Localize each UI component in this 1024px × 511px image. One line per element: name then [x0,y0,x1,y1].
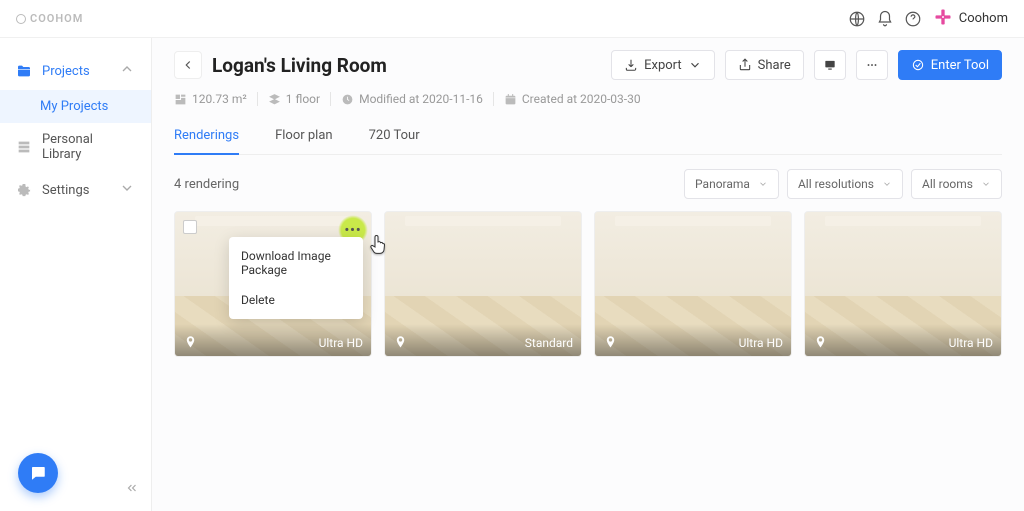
filter-row: 4 rendering Panorama All resolutions All… [174,169,1002,199]
card-quality: Standard [525,336,573,350]
rendering-card[interactable]: Ultra HD [594,211,792,357]
card-quality: Ultra HD [739,336,783,350]
header-row: Logan's Living Room Export Share Enter T… [174,50,1002,80]
sidebar-sub-label: My Projects [40,99,108,114]
sidebar-item-settings[interactable]: Settings [0,171,151,209]
meta-floors: 1 floor [268,92,320,106]
chevron-down-icon [119,180,135,200]
meta-modified: Modified at 2020-11-16 [341,92,483,106]
menu-download-package[interactable]: Download Image Package [229,241,363,285]
meta-floors-value: 1 floor [286,92,320,106]
present-button[interactable] [814,50,846,80]
more-button[interactable] [856,50,888,80]
tab-720tour[interactable]: 720 Tour [369,128,420,154]
meta-created: Created at 2020-03-30 [504,92,641,106]
chevron-up-icon [119,61,135,81]
meta-area: 120.73 m² [174,92,247,106]
filter-resolution-select[interactable]: All resolutions [787,169,903,199]
filter-resolution-value: All resolutions [798,177,874,191]
filter-room-value: All rooms [922,177,973,191]
language-icon[interactable] [843,5,871,33]
logo-icon [16,14,26,24]
sidebar-item-projects[interactable]: Projects [0,52,151,90]
sidebar-label: Personal Library [42,132,135,162]
main-content: Logan's Living Room Export Share Enter T… [152,38,1024,511]
back-button[interactable] [174,51,202,79]
collapse-sidebar-icon[interactable] [125,481,139,499]
meta-row: 120.73 m² 1 floor Modified at 2020-11-16… [174,92,1002,106]
page-title: Logan's Living Room [212,54,387,77]
share-button[interactable]: Share [725,50,804,80]
filter-type-select[interactable]: Panorama [684,169,779,199]
menu-delete[interactable]: Delete [229,285,363,315]
card-quality: Ultra HD [949,336,993,350]
export-button[interactable]: Export [611,50,715,80]
sidebar: Projects My Projects Personal Library Se… [0,38,152,511]
card-checkbox[interactable] [183,220,197,234]
enter-tool-button[interactable]: Enter Tool [898,50,1002,80]
rendering-card[interactable]: Standard [384,211,582,357]
user-menu[interactable]: Coohom [933,7,1008,31]
tabs: Renderings Floor plan 720 Tour [174,128,1002,155]
panorama-pin-icon [393,335,408,350]
sidebar-item-library[interactable]: Personal Library [0,123,151,171]
meta-modified-value: Modified at 2020-11-16 [359,92,483,106]
meta-created-value: Created at 2020-03-30 [522,92,641,106]
meta-area-value: 120.73 m² [192,92,247,106]
share-label: Share [758,58,791,73]
panorama-pin-icon [183,335,198,350]
brand-logo[interactable]: COOHOM [16,12,83,25]
tab-renderings[interactable]: Renderings [174,128,239,155]
card-quality: Ultra HD [319,336,363,350]
sidebar-subitem-my-projects[interactable]: My Projects [0,90,151,123]
enter-label: Enter Tool [931,58,989,73]
sidebar-label: Settings [42,183,89,198]
filter-type-value: Panorama [695,177,750,191]
help-icon[interactable] [899,5,927,33]
user-name: Coohom [959,11,1008,26]
card-context-menu: Download Image Package Delete [229,237,363,319]
topbar: COOHOM Coohom [0,0,1024,38]
panorama-pin-icon [813,335,828,350]
export-label: Export [644,58,682,73]
chat-fab[interactable] [18,453,58,493]
bell-icon[interactable] [871,5,899,33]
rendering-grid: ••• Ultra HD Standard Ultra HD [174,211,1002,357]
avatar-icon [933,7,953,31]
filter-room-select[interactable]: All rooms [911,169,1002,199]
sidebar-label: Projects [42,64,90,79]
brand-text: COOHOM [30,12,83,25]
tab-floorplan[interactable]: Floor plan [275,128,333,154]
rendering-card[interactable]: Ultra HD [804,211,1002,357]
panorama-pin-icon [603,335,618,350]
rendering-count: 4 rendering [174,177,239,192]
